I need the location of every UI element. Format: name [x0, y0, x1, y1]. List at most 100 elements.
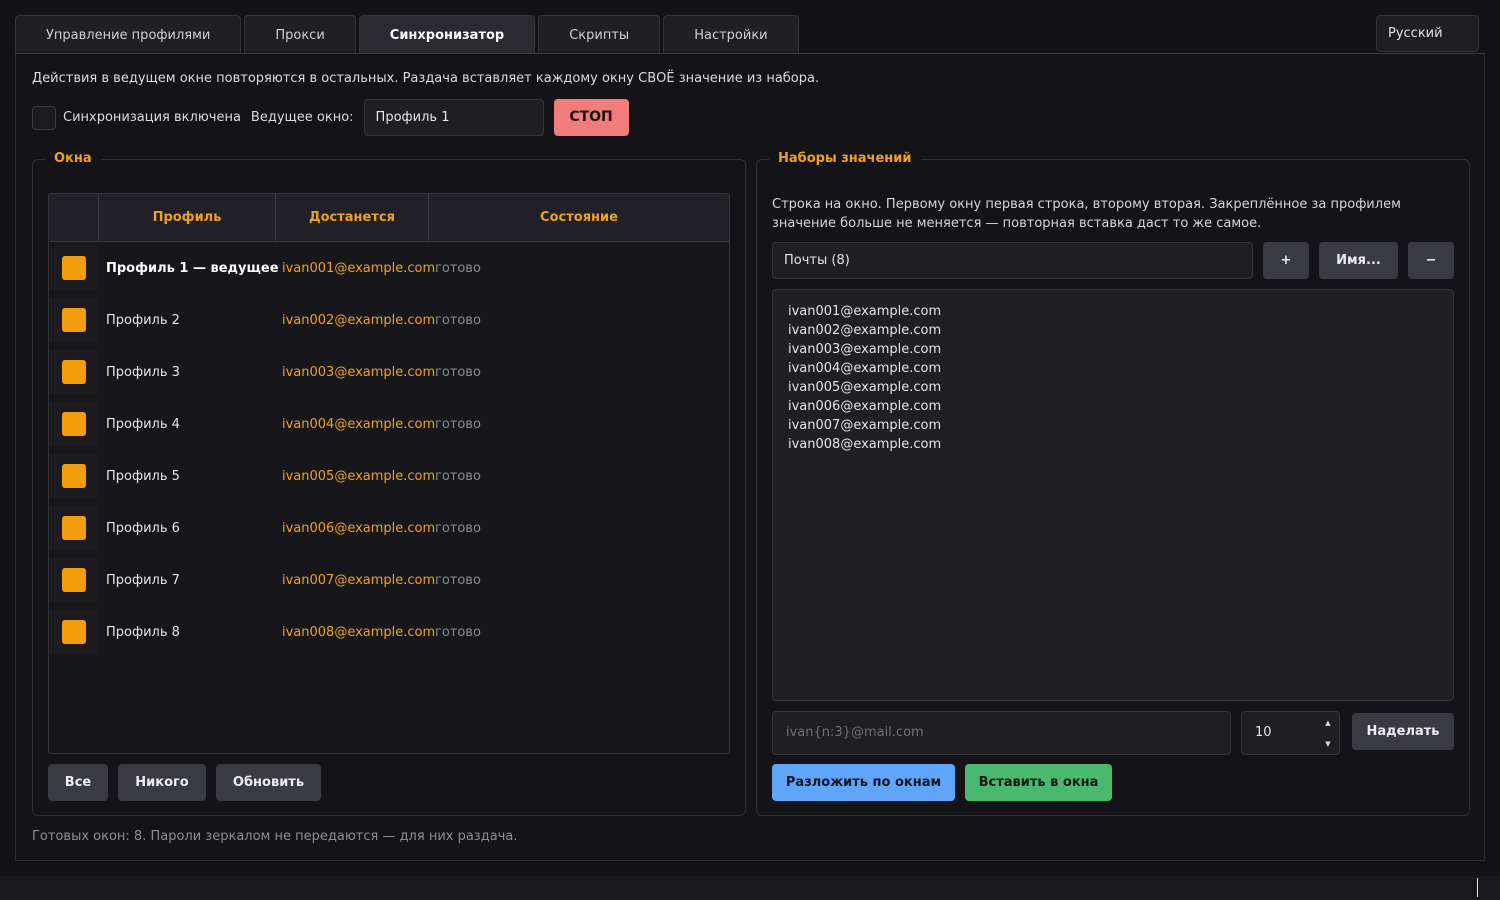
row-email: ivan007@example.com — [282, 572, 436, 588]
value-line: ivan002@example.com — [788, 323, 942, 338]
stop-button[interactable]: СТОП — [553, 99, 629, 136]
checked-box-icon — [62, 360, 86, 384]
add-set-button[interactable]: + — [1263, 242, 1309, 279]
select-none-button[interactable]: Никого — [118, 764, 206, 801]
row-state: готово — [435, 624, 481, 640]
value-line: ivan008@example.com — [788, 437, 942, 452]
row-checkbox[interactable] — [50, 298, 98, 342]
sync-controls: Синхронизация включена Ведущее окно: Про… — [32, 99, 629, 136]
bottom-bar — [0, 876, 1500, 900]
row-state: готово — [435, 312, 481, 328]
value-line: ivan007@example.com — [788, 418, 942, 433]
count-spinbox[interactable]: 10 ▲ ▼ — [1241, 711, 1340, 755]
row-email: ivan005@example.com — [282, 468, 436, 484]
row-checkbox[interactable] — [50, 350, 98, 394]
row-profile: Профиль 3 — [106, 364, 180, 380]
remove-set-button[interactable]: − — [1408, 242, 1454, 279]
row-checkbox[interactable] — [50, 402, 98, 446]
value-line: ivan004@example.com — [788, 361, 942, 376]
table-row[interactable]: Профиль 6 ivan006@example.com готово — [49, 502, 729, 554]
table-row[interactable]: Профиль 3 ivan003@example.com готово — [49, 346, 729, 398]
row-checkbox[interactable] — [50, 246, 98, 290]
row-email: ivan002@example.com — [282, 312, 436, 328]
row-email: ivan008@example.com — [282, 624, 436, 640]
row-state: готово — [435, 260, 481, 276]
panel-description: Действия в ведущем окне повторяются в ос… — [32, 71, 820, 86]
table-row[interactable]: Профиль 8 ivan008@example.com готово — [49, 606, 729, 658]
tab-scripts[interactable]: Скрипты — [538, 15, 661, 54]
row-profile: Профиль 4 — [106, 416, 180, 432]
table-header: Профиль Достанется Состояние — [49, 194, 729, 242]
text-cursor — [1477, 878, 1478, 897]
row-state: готово — [435, 364, 481, 380]
windows-group-title: Окна — [45, 151, 101, 166]
spin-down-icon[interactable]: ▼ — [1318, 733, 1338, 754]
sync-enabled-label: Синхронизация включена — [63, 110, 241, 125]
value-line: ivan001@example.com — [788, 304, 942, 319]
values-textarea[interactable]: ivan001@example.com ivan002@example.com iv… — [772, 289, 1454, 701]
count-value: 10 — [1255, 725, 1272, 740]
row-checkbox[interactable] — [50, 454, 98, 498]
row-email: ivan001@example.com — [282, 260, 436, 276]
row-profile: Профиль 2 — [106, 312, 180, 328]
paste-button[interactable]: Вставить в окна — [965, 764, 1112, 801]
table-row[interactable]: Профиль 5 ivan005@example.com готово — [49, 450, 729, 502]
row-profile: Профиль 8 — [106, 624, 180, 640]
value-sets-description: Строка на окно. Первому окну первая стро… — [772, 197, 1401, 231]
table-row[interactable]: Профиль 2 ivan002@example.com готово — [49, 294, 729, 346]
checked-box-icon — [62, 412, 86, 436]
tab-synchronizer[interactable]: Синхронизатор — [358, 15, 536, 54]
make-button[interactable]: Наделать — [1352, 713, 1454, 750]
row-state: готово — [435, 468, 481, 484]
checked-box-icon — [62, 256, 86, 280]
select-all-button[interactable]: Все — [48, 764, 108, 801]
refresh-button[interactable]: Обновить — [216, 764, 321, 801]
row-profile: Профиль 7 — [106, 572, 180, 588]
checked-box-icon — [62, 464, 86, 488]
template-input[interactable]: ivan{n:3}@mail.com — [772, 711, 1231, 755]
value-line: ivan005@example.com — [788, 380, 942, 395]
value-sets-group: Наборы значений Строка на окно. Первому … — [756, 151, 1470, 816]
row-state: готово — [435, 416, 481, 432]
checked-box-icon — [62, 620, 86, 644]
rename-set-button[interactable]: Имя... — [1319, 242, 1398, 279]
row-checkbox[interactable] — [50, 610, 98, 654]
row-profile: Профиль 6 — [106, 520, 180, 536]
row-profile: Профиль 5 — [106, 468, 180, 484]
tab-settings[interactable]: Настройки — [663, 15, 799, 54]
row-profile: Профиль 1 — ведущее — [106, 260, 279, 276]
checked-box-icon — [62, 516, 86, 540]
row-checkbox[interactable] — [50, 558, 98, 602]
lead-window-label: Ведущее окно: — [250, 110, 354, 125]
value-line: ivan003@example.com — [788, 342, 942, 357]
tab-bar: Управление профилями Прокси Синхронизато… — [15, 15, 799, 54]
row-email: ivan004@example.com — [282, 416, 436, 432]
language-select[interactable]: Русский — [1376, 15, 1479, 52]
header-profile[interactable]: Профиль — [99, 194, 276, 242]
value-sets-title: Наборы значений — [769, 151, 921, 166]
row-state: готово — [435, 572, 481, 588]
tab-profiles[interactable]: Управление профилями — [15, 15, 242, 54]
windows-group: Окна Профиль Достанется Состояние Профил… — [32, 151, 746, 816]
tab-proxy[interactable]: Прокси — [244, 15, 356, 54]
row-email: ivan003@example.com — [282, 364, 436, 380]
header-state[interactable]: Состояние — [429, 194, 729, 242]
checked-box-icon — [62, 568, 86, 592]
spin-up-icon[interactable]: ▲ — [1318, 712, 1338, 733]
synchronizer-panel: Действия в ведущем окне повторяются в ос… — [15, 53, 1485, 861]
row-state: готово — [435, 520, 481, 536]
table-row[interactable]: Профиль 1 — ведущее ivan001@example.com го… — [49, 242, 729, 294]
distribute-button[interactable]: Разложить по окнам — [772, 764, 955, 801]
table-row[interactable]: Профиль 4 ivan004@example.com готово — [49, 398, 729, 450]
value-set-select[interactable]: Почты (8) — [772, 242, 1253, 279]
lead-window-select[interactable]: Профиль 1 — [363, 99, 544, 136]
checked-box-icon — [62, 308, 86, 332]
table-row[interactable]: Профиль 7 ivan007@example.com готово — [49, 554, 729, 606]
header-gets[interactable]: Достанется — [276, 194, 429, 242]
row-email: ivan006@example.com — [282, 520, 436, 536]
windows-table: Профиль Достанется Состояние Профиль 1 —… — [48, 193, 730, 754]
row-checkbox[interactable] — [50, 506, 98, 550]
value-line: ivan006@example.com — [788, 399, 942, 414]
sync-enabled-checkbox[interactable] — [32, 105, 56, 130]
header-check — [49, 194, 99, 242]
